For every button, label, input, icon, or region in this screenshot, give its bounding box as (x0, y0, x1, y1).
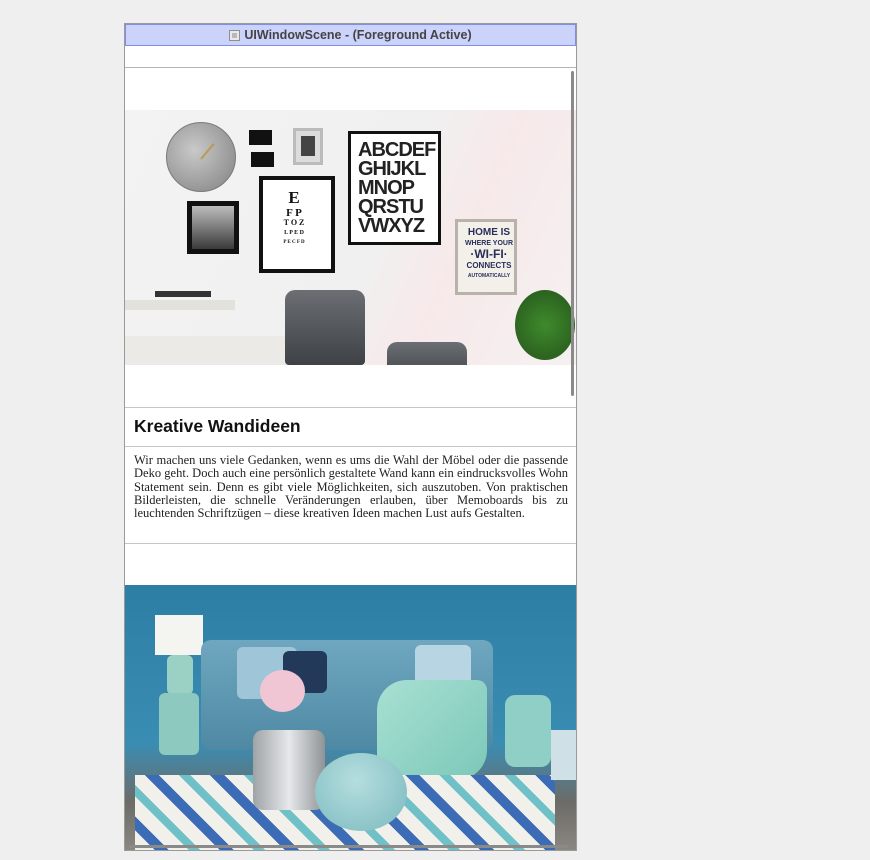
navigation-bar (125, 46, 576, 68)
window-title-bar[interactable]: UIWindowScene - (Foreground Active) (125, 24, 576, 46)
section-title: Kreative Wandideen (134, 416, 301, 436)
image-cell[interactable] (125, 544, 576, 850)
ceramic-stool (505, 695, 551, 767)
alphabet-poster-text: ABCDEF GHIJKL MNOP QRSTU VWXYZ (358, 139, 436, 237)
scene-icon (229, 29, 241, 41)
table (125, 336, 295, 365)
dog-photo-frame (187, 201, 239, 254)
chair (387, 342, 467, 365)
knitted-pouf (315, 753, 407, 831)
sideboard (125, 300, 235, 310)
lamp-base (167, 655, 193, 695)
image-cell[interactable]: E F P T O Z L P E D P E C F D ABCDEF GHI… (125, 68, 576, 407)
title-cell[interactable]: Kreative Wandideen (125, 408, 576, 446)
alphabet-poster-frame: ABCDEF GHIJKL MNOP QRSTU VWXYZ (348, 131, 441, 245)
lamp-shade (155, 615, 203, 655)
living-room-photo (125, 585, 576, 850)
box (551, 730, 576, 780)
chair (285, 290, 365, 365)
metal-side-table (253, 730, 325, 810)
vertical-scrollbar[interactable] (571, 71, 574, 396)
article-body-text: Wir machen uns viele Gedanken, wenn es u… (134, 453, 568, 521)
small-frame (249, 130, 272, 145)
eye-chart-frame: E F P T O Z L P E D P E C F D (259, 176, 335, 273)
book-stack (155, 291, 211, 297)
text-cell[interactable]: Wir machen uns viele Gedanken, wenn es u… (125, 447, 576, 543)
flowers (260, 670, 305, 712)
small-frame (251, 152, 274, 167)
wall-clock (166, 122, 236, 192)
side-table (159, 693, 199, 755)
scene-window: UIWindowScene - (Foreground Active) E F … (124, 23, 577, 851)
window-title: UIWindowScene - (Foreground Active) (244, 28, 472, 42)
wifi-sign-frame: HOME IS WHERE YOUR ·WI-FI· CONNECTS AUTO… (455, 219, 517, 295)
wifi-sign-text: HOME IS WHERE YOUR ·WI-FI· CONNECTS AUTO… (464, 227, 514, 279)
photo-frame (293, 128, 323, 165)
article-table-view[interactable]: E F P T O Z L P E D P E C F D ABCDEF GHI… (125, 68, 576, 850)
eye-chart-text: E F P T O Z L P E D P E C F D (283, 188, 305, 245)
gallery-wall-photo: E F P T O Z L P E D P E C F D ABCDEF GHI… (125, 110, 576, 365)
plant (515, 290, 575, 360)
horizontal-scrollbar[interactable] (129, 845, 569, 848)
